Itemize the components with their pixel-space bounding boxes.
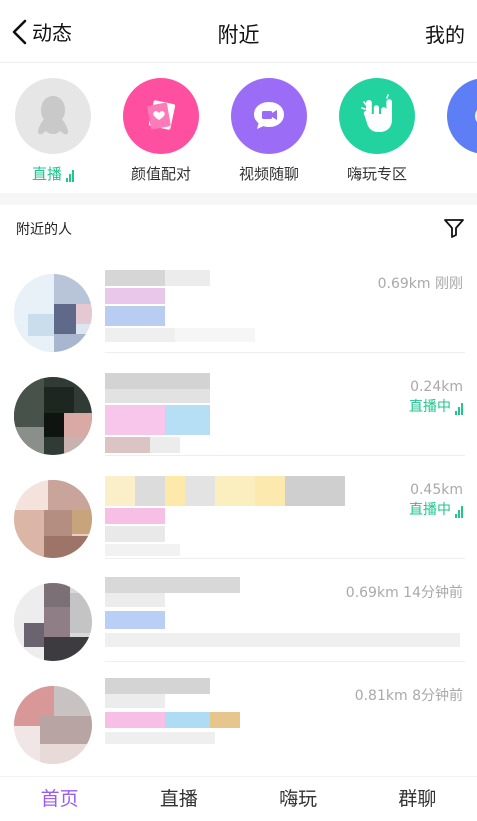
list-item[interactable]: 0.45km 直播中 xyxy=(0,456,477,559)
live-signal-icon xyxy=(455,403,463,415)
list-item[interactable]: 0.24km 直播中 xyxy=(0,353,477,456)
category-video-chat[interactable]: 视频随聊 xyxy=(224,78,314,184)
tab-home[interactable]: 首页 xyxy=(0,777,119,821)
category-label: 视频随聊 xyxy=(238,165,299,183)
avatar xyxy=(14,583,92,661)
category-more[interactable]: 狼 xyxy=(440,78,477,184)
filter-icon[interactable] xyxy=(443,217,465,239)
distance-time: 0.69km 14分钟前 xyxy=(346,583,463,603)
distance: 0.81km xyxy=(354,688,408,704)
video-chat-icon xyxy=(231,78,307,154)
bottom-tab-bar: 首页 直播 嗨玩 群聊 xyxy=(0,776,477,821)
distance-time: 0.81km 8分钟前 xyxy=(355,686,463,706)
penguin-avatar-icon xyxy=(15,78,91,154)
distance-status: 0.24km 直播中 xyxy=(409,377,463,417)
last-active-time: 14分钟前 xyxy=(403,585,463,601)
avatar xyxy=(14,480,92,558)
rock-hand-icon xyxy=(339,78,415,154)
category-live-label: 直播 xyxy=(8,163,98,184)
tab-play[interactable]: 嗨玩 xyxy=(239,777,358,821)
tab-live[interactable]: 直播 xyxy=(119,777,238,821)
category-label: 颜值配对 xyxy=(130,165,191,183)
category-live[interactable]: 直播 xyxy=(8,78,98,184)
section-divider xyxy=(0,193,477,205)
category-label: 狼 xyxy=(440,163,477,184)
section-title: 附近的人 xyxy=(16,222,72,238)
live-signal-icon xyxy=(66,170,74,182)
my-button[interactable]: 我的 xyxy=(425,19,465,48)
category-icon xyxy=(447,78,477,154)
category-label: 嗨玩专区 xyxy=(346,165,407,183)
list-item[interactable]: 0.81km 8分钟前 xyxy=(0,662,477,765)
last-active-time: 8分钟前 xyxy=(412,688,463,704)
distance: 0.69km xyxy=(345,585,399,601)
category-face-match[interactable]: 颜值配对 xyxy=(116,78,206,184)
avatar xyxy=(14,377,92,455)
distance: 0.24km xyxy=(410,379,463,395)
distance: 0.45km xyxy=(410,482,463,498)
page-title: 附近 xyxy=(217,23,260,47)
live-status: 直播中 xyxy=(409,500,463,520)
tab-group-chat[interactable]: 群聊 xyxy=(358,777,477,821)
nearby-people-header: 附近的人 xyxy=(0,206,477,250)
live-signal-icon xyxy=(455,506,463,518)
live-status: 直播中 xyxy=(409,397,463,417)
distance-status: 0.45km 直播中 xyxy=(409,480,463,520)
top-nav-bar: 动态 附近 我的 xyxy=(0,0,477,63)
list-item[interactable]: 0.69km 14分钟前 xyxy=(0,559,477,662)
last-active-time: 刚刚 xyxy=(435,276,463,292)
avatar xyxy=(14,274,92,352)
distance-time: 0.69km 刚刚 xyxy=(378,274,463,294)
category-strip: 直播 颜值配对 视频随聊 嗨玩专区 狼 xyxy=(0,63,477,193)
heart-photo-icon xyxy=(123,78,199,154)
category-play-zone[interactable]: 嗨玩专区 xyxy=(332,78,422,184)
list-item[interactable]: 0.69km 刚刚 xyxy=(0,250,477,353)
avatar xyxy=(14,686,92,764)
distance: 0.69km xyxy=(377,276,431,292)
